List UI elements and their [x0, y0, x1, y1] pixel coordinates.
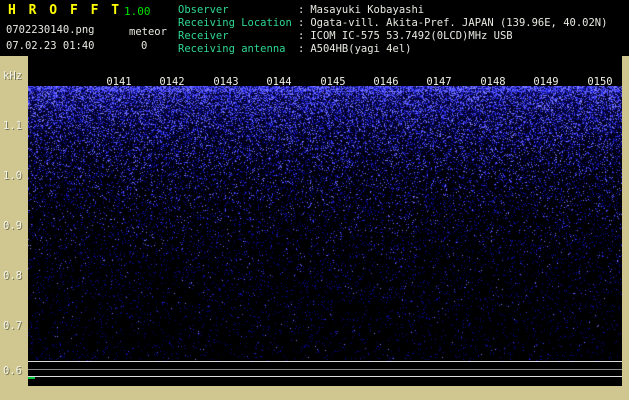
observation-mode: meteor	[129, 26, 167, 38]
level-graph-bottom-line	[28, 376, 622, 377]
info-separator: :	[298, 42, 305, 55]
info-label: Receiving antenna	[178, 42, 286, 55]
info-value: Masayuki Kobayashi	[310, 4, 425, 16]
hrofft-screen: H R O F F T 1.00 0702230140.png meteor 0…	[0, 0, 629, 400]
level-graph-top-line	[28, 361, 622, 362]
spectrogram-canvas	[28, 86, 622, 362]
info-row-receiving-location: Receiving Location : Ogata-vill. Akita-P…	[178, 17, 607, 30]
header-panel: H R O F F T 1.00 0702230140.png meteor 0…	[0, 0, 629, 56]
info-label: Receiving Location	[178, 16, 292, 29]
y-tick: 0.7	[3, 320, 22, 332]
info-separator: :	[298, 4, 305, 16]
level-graph-trace	[28, 369, 622, 370]
info-row-receiver: Receiver : ICOM IC-575 53.7492(0LCD)MHz …	[178, 30, 607, 43]
level-graph-start-marker	[28, 377, 35, 379]
info-separator: :	[298, 16, 305, 29]
info-row-observer: Observer : Masayuki Kobayashi	[178, 4, 607, 17]
station-info: Observer : Masayuki Kobayashi Receiving …	[178, 4, 607, 56]
app-title: H R O F F T	[8, 3, 122, 18]
info-label: Receiver	[178, 29, 229, 42]
y-tick: 0.9	[3, 220, 22, 232]
echo-count: 0	[141, 40, 148, 52]
y-tick: 1.0	[3, 170, 22, 182]
info-value: Ogata-vill. Akita-Pref. JAPAN (139.96E, …	[310, 16, 608, 29]
info-label: Observer	[178, 4, 229, 16]
info-separator: :	[298, 29, 305, 42]
info-value: ICOM IC-575 53.7492(0LCD)MHz USB	[310, 29, 513, 42]
y-tick: 1.1	[3, 120, 22, 132]
info-row-receiving-antenna: Receiving antenna : A504HB(yagi 4el)	[178, 43, 607, 56]
observation-datetime: 07.02.23 01:40	[6, 40, 95, 52]
frequency-axis: kHz 1.1 1.0 0.9 0.8 0.7 0.6	[0, 56, 28, 386]
y-axis-unit: kHz	[3, 70, 22, 82]
info-value: A504HB(yagi 4el)	[310, 42, 412, 55]
y-tick: 0.8	[3, 270, 22, 282]
spectrogram-panel: 0141 0142 0143 0144 0145 0146 0147 0148 …	[28, 56, 622, 386]
y-tick: 0.6	[3, 365, 22, 377]
app-version: 1.00	[124, 5, 151, 18]
output-filename: 0702230140.png	[6, 24, 95, 36]
